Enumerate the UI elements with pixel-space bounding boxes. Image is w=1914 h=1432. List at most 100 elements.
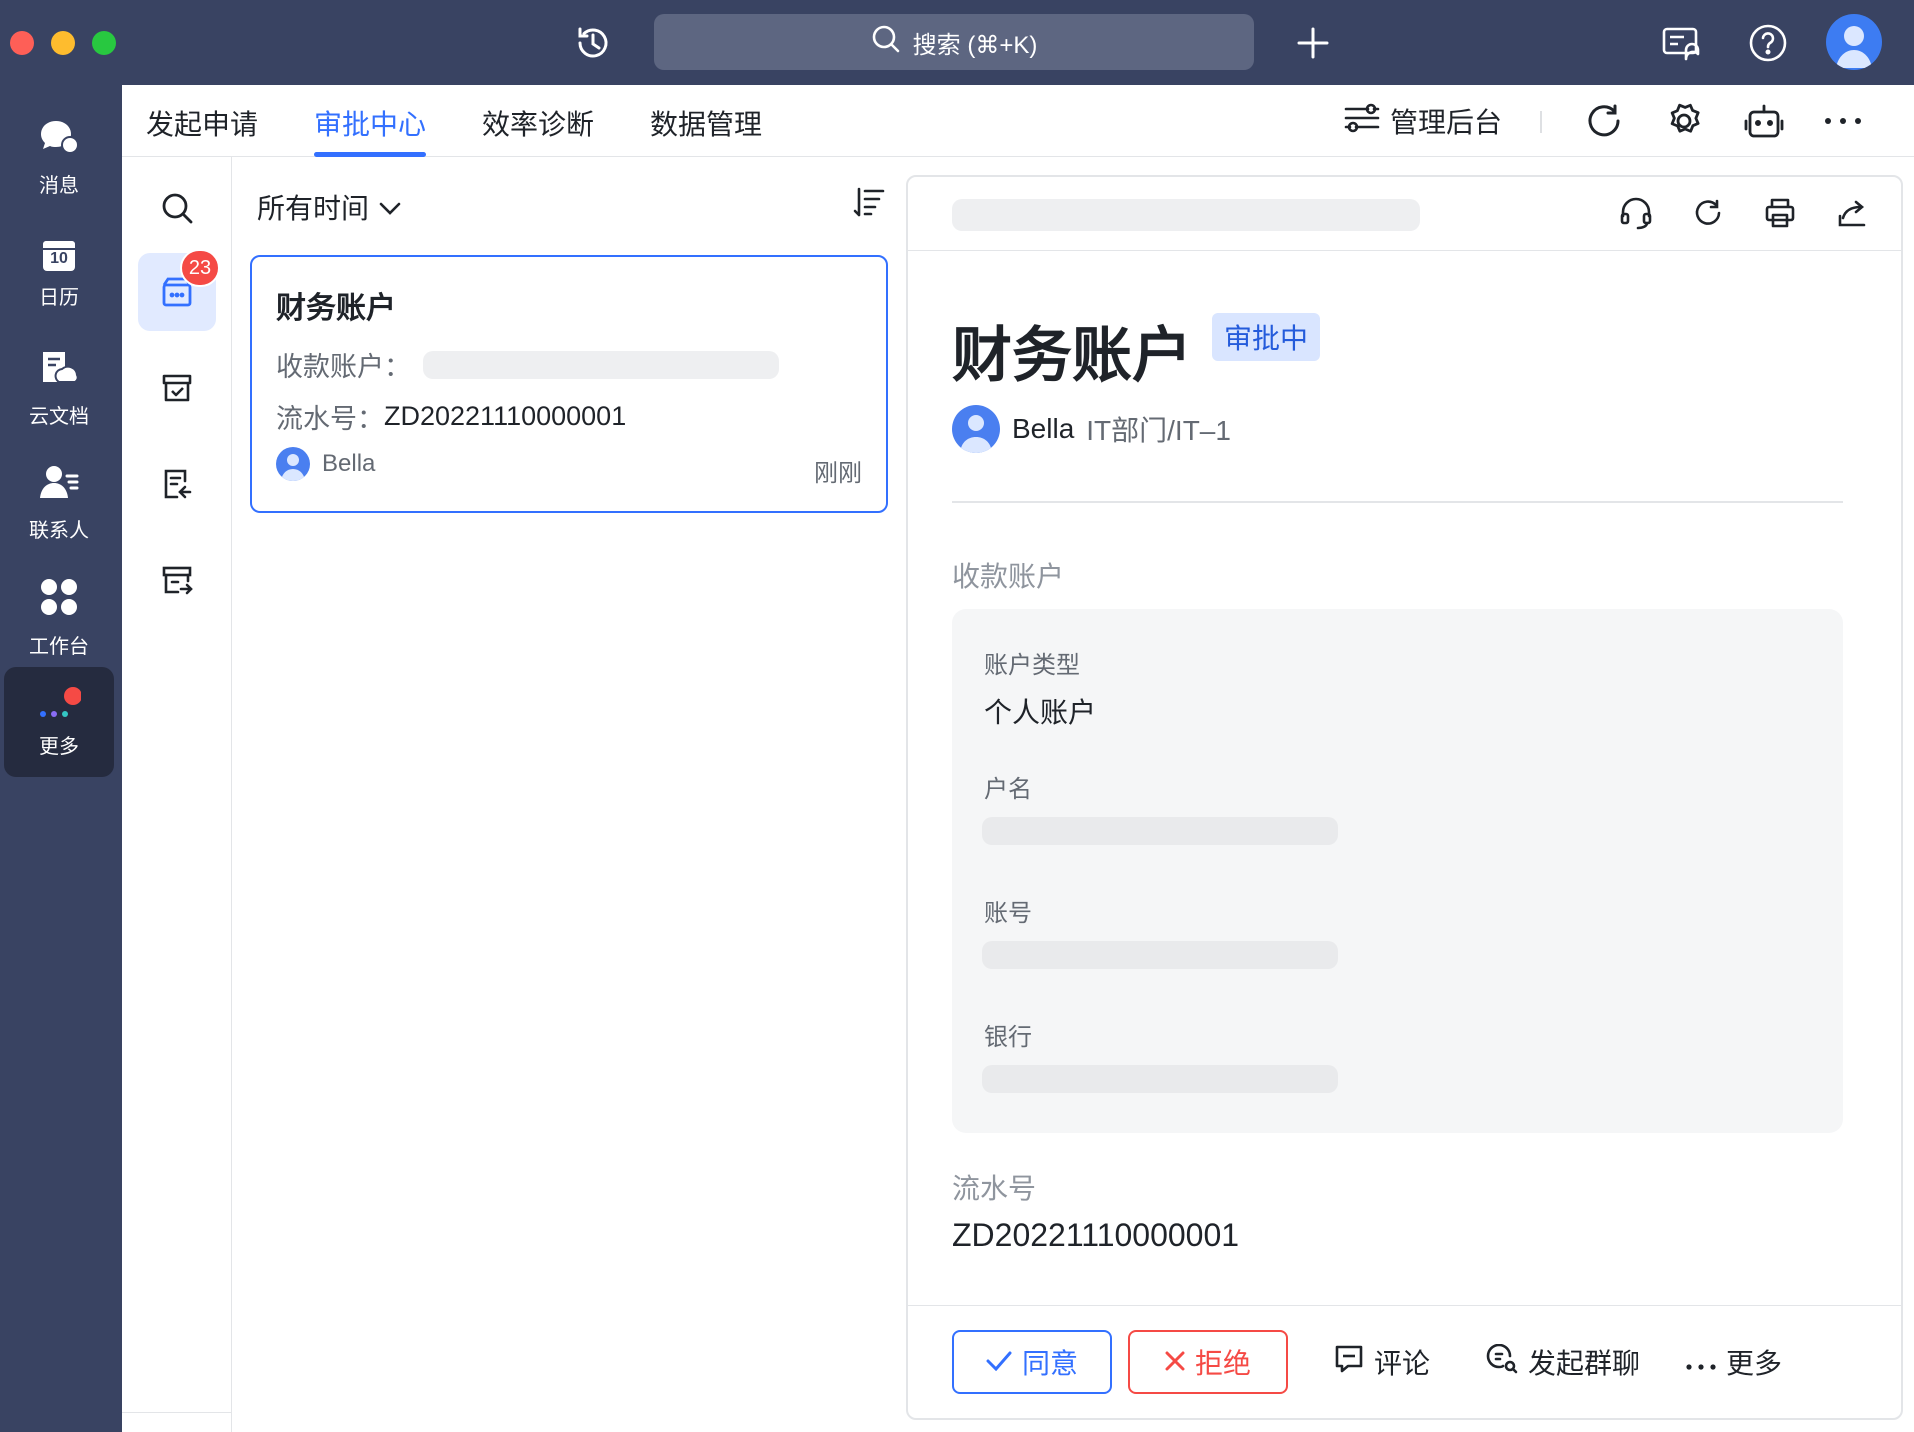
serial-value: ZD20221110000001	[384, 401, 627, 431]
refresh-icon[interactable]	[1586, 101, 1622, 141]
check-icon	[986, 1346, 1012, 1378]
card-time: 刚刚	[814, 460, 862, 487]
card-serial-row: 流水号： ZD20221110000001	[276, 397, 626, 436]
print-icon[interactable]	[1760, 193, 1800, 233]
payee-placeholder	[423, 350, 779, 379]
approval-detail: 财务账户 审批中 Bella IT部门/IT–1 收款账户 账户类型 个人账户 …	[906, 175, 1903, 1420]
more-label: 更多	[1726, 1348, 1783, 1379]
rail-label: 联系人	[29, 519, 89, 542]
calendar-icon: 10	[41, 237, 77, 273]
workplace-icon	[40, 578, 78, 622]
rail-label: 云文档	[29, 405, 89, 428]
approval-card[interactable]: 财务账户 收款账户： 流水号： ZD20221110000001 Bella 刚…	[250, 255, 888, 513]
card-applicant: Bella	[276, 447, 375, 481]
calendar-day: 10	[50, 249, 68, 267]
account-number-label: 账号	[984, 900, 1032, 927]
search-placeholder: 搜索 (⌘+K)	[912, 31, 1038, 59]
rail-item-docs[interactable]: 云文档	[4, 333, 114, 443]
pending-approvals-icon[interactable]: 23	[138, 249, 220, 331]
chat-icon	[39, 119, 79, 161]
app-rail: 消息 10 日历 云文档 联系人 工作台 更多	[0, 85, 122, 1432]
comment-icon	[1334, 1344, 1364, 1381]
rail-item-more[interactable]: 更多	[4, 667, 114, 777]
comment-label: 评论	[1374, 1348, 1431, 1379]
rail-item-contacts[interactable]: 联系人	[4, 448, 114, 558]
settings-gear-icon[interactable]	[1665, 101, 1703, 141]
user-avatar[interactable]	[1826, 14, 1882, 70]
header-placeholder	[952, 199, 1420, 231]
approve-button[interactable]: 同意	[952, 1330, 1112, 1394]
group-chat-button[interactable]: 发起群聊	[1486, 1330, 1640, 1394]
account-type-value: 个人账户	[984, 697, 1097, 728]
tab-submit-request[interactable]: 发起申请	[146, 103, 258, 157]
approval-list: 所有时间 财务账户 收款账户： 流水号： ZD20221110000001 Be…	[233, 157, 1019, 1432]
avatar	[952, 405, 1000, 453]
more-icon	[1686, 1346, 1716, 1378]
history-icon[interactable]	[570, 20, 616, 66]
submitted-form-icon[interactable]	[138, 445, 216, 523]
tab-data-management[interactable]: 数据管理	[650, 103, 762, 157]
tab-efficiency[interactable]: 效率诊断	[482, 103, 594, 157]
card-title: 财务账户	[276, 292, 396, 325]
search-icon[interactable]	[138, 169, 216, 247]
status-badge: 审批中	[1212, 313, 1321, 361]
rail-item-workplace[interactable]: 工作台	[4, 563, 114, 673]
collapse-menu-icon[interactable]	[138, 1425, 216, 1432]
payee-section-label: 收款账户	[952, 561, 1065, 592]
filter-label: 所有时间	[257, 193, 370, 224]
divider	[952, 501, 1843, 503]
add-icon[interactable]	[1290, 20, 1336, 66]
bot-icon[interactable]	[1744, 101, 1784, 141]
top-nav: 发起申请 审批中心 效率诊断 数据管理 管理后台	[122, 85, 1914, 157]
tab-approval-center[interactable]: 审批中心	[314, 103, 427, 157]
more-icon[interactable]	[1824, 101, 1862, 141]
more-dots-icon	[37, 686, 82, 722]
rail-label: 消息	[39, 174, 79, 197]
approve-label: 同意	[1021, 1348, 1078, 1379]
account-number-placeholder	[982, 941, 1338, 969]
card-payee-row: 收款账户：	[276, 345, 779, 384]
search-input[interactable]: 搜索 (⌘+K)	[654, 14, 1254, 70]
avatar	[276, 447, 310, 481]
cloud-doc-icon	[39, 348, 79, 392]
detail-title: 财务账户	[952, 322, 1192, 389]
headset-icon[interactable]	[1616, 193, 1656, 233]
account-name-label: 户名	[984, 776, 1032, 803]
contacts-icon	[39, 464, 79, 506]
window-zoom-button[interactable]	[92, 31, 116, 55]
pending-badge: 23	[180, 249, 220, 287]
cc-box-icon[interactable]	[138, 541, 216, 619]
close-icon	[1165, 1346, 1185, 1378]
serial-value: ZD20221110000001	[952, 1217, 1240, 1253]
divider	[1540, 111, 1542, 133]
payee-fields: 账户类型 个人账户 户名 账号 银行	[952, 609, 1843, 1133]
account-type-label: 账户类型	[984, 652, 1080, 679]
action-bar: 同意 拒绝 评论 发起群聊 更多	[908, 1305, 1901, 1418]
rail-label: 工作台	[29, 635, 89, 658]
share-icon[interactable]	[1832, 193, 1872, 233]
window-close-button[interactable]	[10, 31, 34, 55]
sort-icon[interactable]	[853, 187, 885, 222]
announcement-icon[interactable]	[1658, 20, 1704, 66]
rail-item-calendar[interactable]: 10 日历	[4, 218, 114, 328]
admin-console-button[interactable]: 管理后台	[1344, 101, 1502, 141]
window-minimize-button[interactable]	[51, 31, 75, 55]
department: IT部门/IT–1	[1086, 415, 1231, 446]
payee-label: 收款账户：	[276, 352, 411, 382]
approved-box-icon[interactable]	[138, 349, 216, 427]
reject-label: 拒绝	[1194, 1348, 1251, 1379]
help-icon[interactable]	[1745, 20, 1791, 66]
bank-label: 银行	[984, 1024, 1032, 1051]
admin-label: 管理后台	[1390, 107, 1503, 138]
refresh-icon[interactable]	[1688, 193, 1728, 233]
detail-applicant: Bella IT部门/IT–1	[952, 405, 1231, 453]
more-actions-button[interactable]: 更多	[1686, 1330, 1782, 1394]
detail-header	[908, 177, 1901, 251]
reject-button[interactable]: 拒绝	[1128, 1330, 1288, 1394]
time-filter-dropdown[interactable]: 所有时间	[257, 187, 401, 227]
comment-button[interactable]: 评论	[1334, 1330, 1430, 1394]
approval-sidebar: 23	[122, 157, 232, 1432]
rail-label: 日历	[39, 286, 79, 309]
serial-label: 流水号：	[276, 404, 384, 434]
rail-item-messages[interactable]: 消息	[4, 103, 114, 213]
